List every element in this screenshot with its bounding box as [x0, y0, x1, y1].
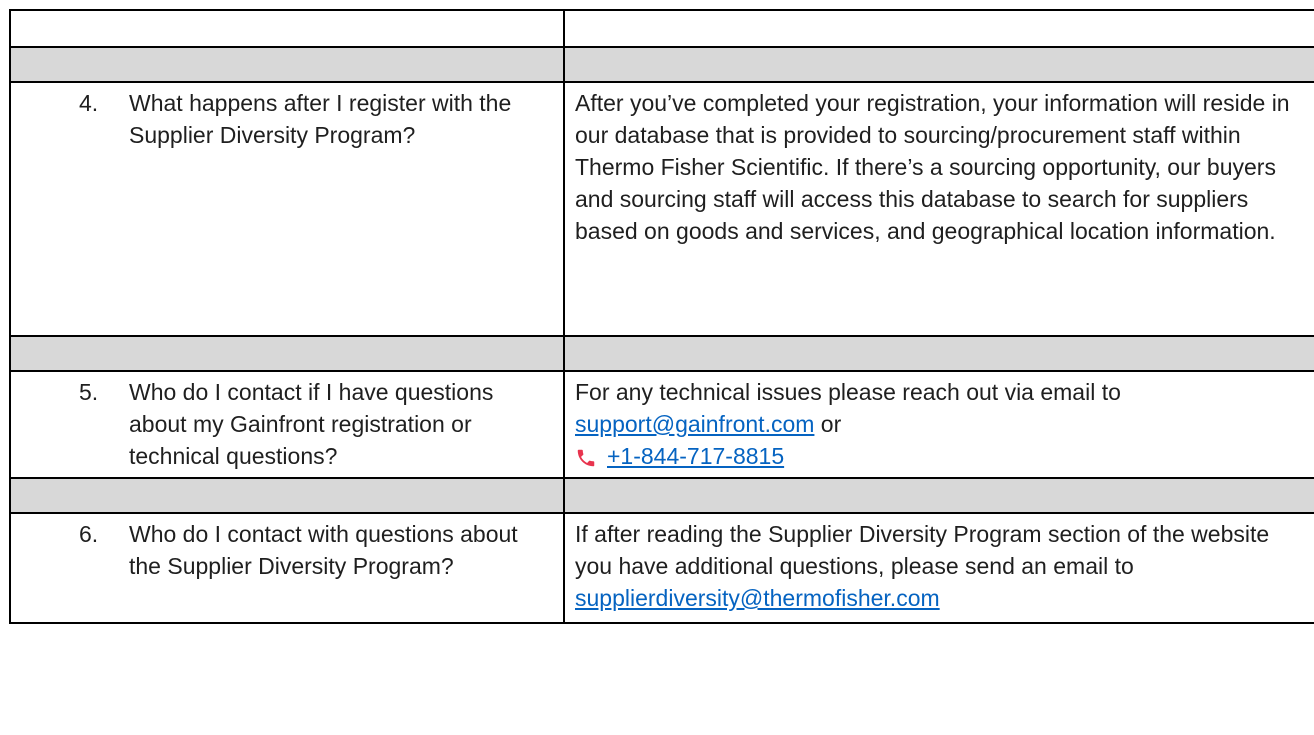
faq-row-4: 4. What happens after I register with th…	[9, 81, 1314, 337]
question-text: Who do I contact with questions about th…	[129, 521, 518, 579]
faq-row-6: 6. Who do I contact with questions about…	[9, 512, 1314, 624]
shaded-cell	[563, 477, 1314, 514]
question-number: 6.	[79, 521, 99, 547]
shaded-cell	[9, 46, 565, 83]
empty-cell	[9, 9, 565, 48]
table-row-separator	[9, 46, 1314, 83]
diversity-email-link[interactable]: supplierdiversity@thermofisher.com	[575, 585, 940, 611]
answer-text: After you’ve completed your registration…	[575, 90, 1290, 244]
question-cell: 4. What happens after I register with th…	[9, 81, 565, 337]
support-phone-link[interactable]: +1-844-717-8815	[607, 440, 784, 472]
shaded-cell	[9, 335, 565, 372]
answer-cell: For any technical issues please reach ou…	[563, 370, 1314, 479]
question-text: Who do I contact if I have questions abo…	[129, 379, 494, 469]
table-row-blank	[9, 9, 1314, 48]
question-cell: 5. Who do I contact if I have questions …	[9, 370, 565, 479]
answer-intro: For any technical issues please reach ou…	[575, 379, 1121, 405]
shaded-cell	[563, 46, 1314, 83]
table-row-separator	[9, 477, 1314, 514]
shaded-cell	[9, 477, 565, 514]
connector-text: or	[814, 411, 842, 437]
faq-row-5: 5. Who do I contact if I have questions …	[9, 370, 1314, 479]
phone-icon	[575, 445, 597, 467]
table-row-separator	[9, 335, 1314, 372]
shaded-cell	[563, 335, 1314, 372]
answer-cell: After you’ve completed your registration…	[563, 81, 1314, 337]
faq-table: 4. What happens after I register with th…	[9, 9, 1314, 624]
question-text: What happens after I register with the S…	[129, 90, 512, 148]
empty-cell	[563, 9, 1314, 48]
answer-cell: If after reading the Supplier Diversity …	[563, 512, 1314, 624]
question-cell: 6. Who do I contact with questions about…	[9, 512, 565, 624]
question-number: 4.	[79, 90, 99, 116]
answer-intro: If after reading the Supplier Diversity …	[575, 521, 1270, 579]
support-email-link[interactable]: support@gainfront.com	[575, 411, 814, 437]
question-number: 5.	[79, 379, 99, 405]
